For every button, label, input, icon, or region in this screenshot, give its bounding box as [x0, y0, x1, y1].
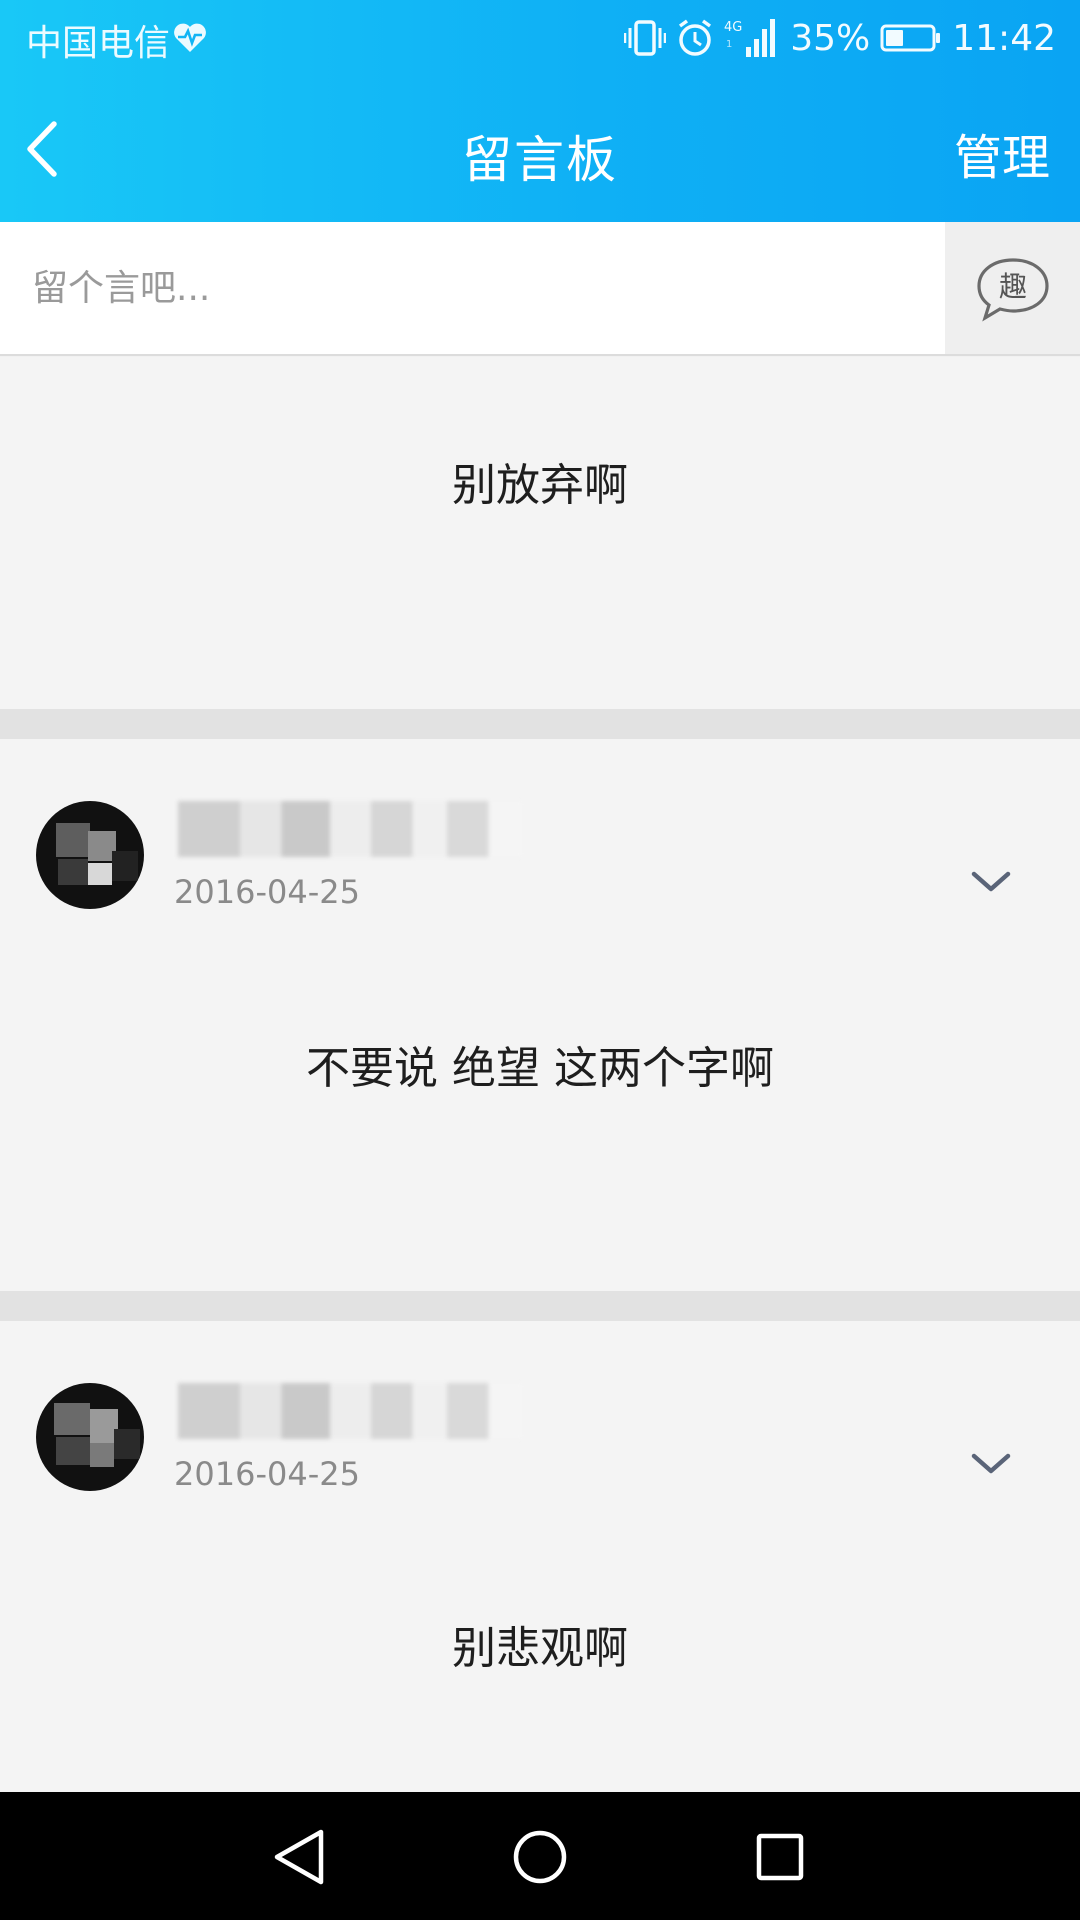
author-name[interactable] [178, 1383, 523, 1439]
page-title: 留言板 [462, 131, 618, 189]
fun-button-label: 趣 [999, 270, 1027, 303]
chevron-down-icon[interactable] [970, 1451, 1012, 1477]
status-icons: 4G 1 35% 11:42 [624, 14, 1056, 62]
system-navigation-bar [0, 1792, 1080, 1920]
avatar[interactable] [36, 1383, 144, 1491]
vibrate-icon [624, 20, 667, 56]
message-text: 别悲观啊 [452, 1623, 628, 1674]
nav-home-icon[interactable] [505, 1822, 575, 1892]
carrier-label: 中国电信 [26, 23, 171, 64]
post-date: 2016-04-25 [174, 1455, 360, 1493]
chevron-down-icon[interactable] [970, 869, 1012, 895]
title-bar: 留言板 管理 [0, 76, 1080, 222]
clock: 11:42 [952, 17, 1056, 59]
message-card: 2016-04-25 别悲观啊 [0, 1321, 1080, 1792]
avatar[interactable] [36, 801, 144, 909]
app-header: 中国电信 4G 1 35% 11:42 留言板 管理 [0, 0, 1080, 222]
nav-recents-icon[interactable] [745, 1822, 815, 1892]
message-card: 2016-04-25 不要说 绝望 这两个字啊 [0, 739, 1080, 1291]
message-compose-row: 趣 [0, 222, 1080, 356]
status-bar: 中国电信 4G 1 35% 11:42 [0, 0, 1080, 76]
post-date: 2016-04-25 [174, 873, 360, 911]
author-name[interactable] [178, 801, 523, 857]
svg-text:1: 1 [726, 39, 732, 50]
fun-bubble-button[interactable]: 趣 [975, 256, 1051, 322]
battery-percent: 35% [790, 17, 871, 59]
message-input[interactable] [0, 222, 945, 354]
alarm-icon [679, 19, 712, 56]
network-type-label: 4G [724, 20, 742, 35]
message-text: 别放弃啊 [452, 460, 628, 511]
card-separator [0, 709, 1080, 739]
message-text: 不要说 绝望 这两个字啊 [306, 1043, 774, 1094]
manage-button[interactable]: 管理 [954, 118, 1050, 188]
fun-panel: 趣 [945, 222, 1080, 354]
card-separator [0, 1291, 1080, 1321]
heart-pulse-icon [174, 23, 206, 52]
signal-icon: 4G 1 [724, 19, 776, 57]
battery-icon [880, 24, 941, 52]
message-card: 别放弃啊 [0, 357, 1080, 709]
nav-back-icon[interactable] [265, 1822, 335, 1892]
